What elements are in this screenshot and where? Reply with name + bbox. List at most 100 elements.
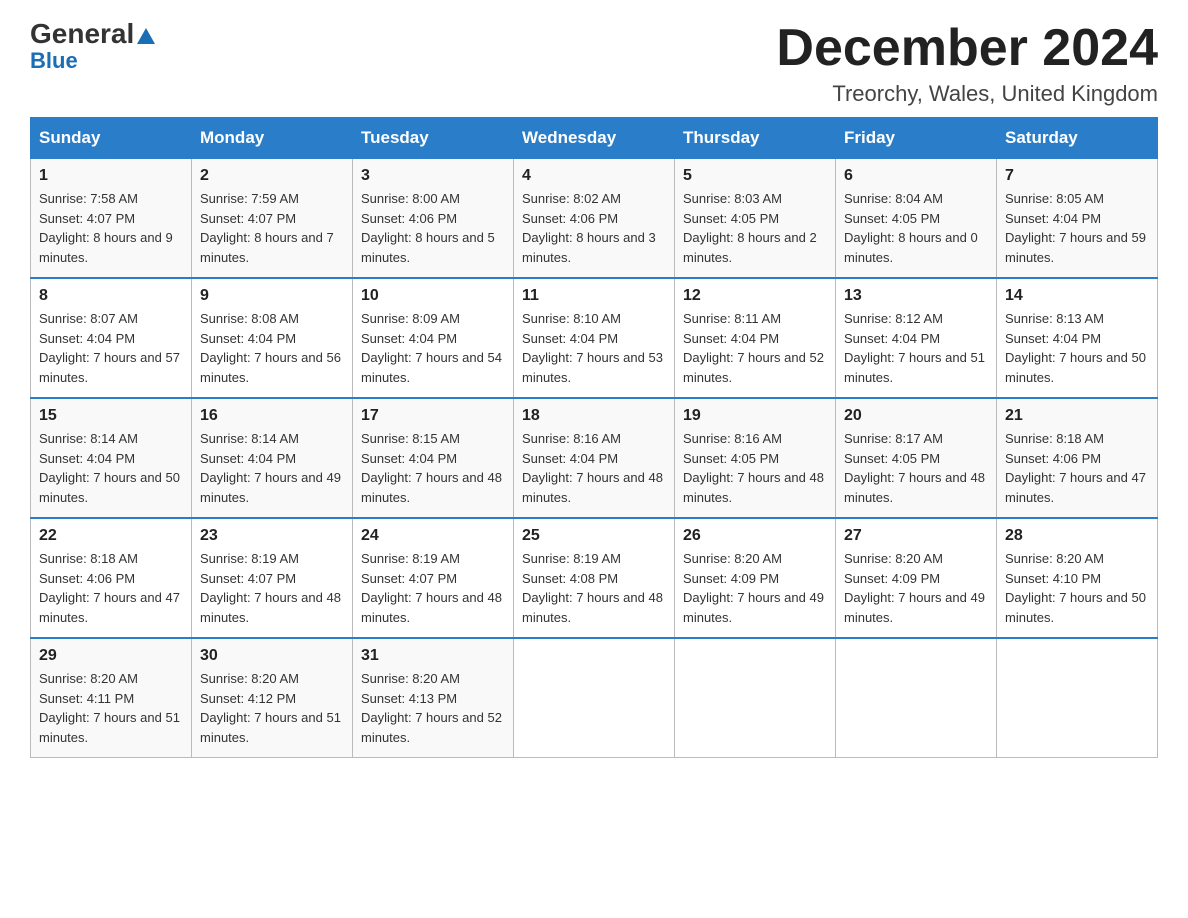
- day-info: Sunrise: 8:14 AM Sunset: 4:04 PM Dayligh…: [200, 429, 344, 507]
- calendar-cell: 18 Sunrise: 8:16 AM Sunset: 4:04 PM Dayl…: [514, 398, 675, 518]
- logo-general: General: [30, 20, 155, 48]
- day-number: 6: [844, 167, 988, 185]
- day-number: 1: [39, 167, 183, 185]
- week-row-2: 8 Sunrise: 8:07 AM Sunset: 4:04 PM Dayli…: [31, 278, 1158, 398]
- day-number: 20: [844, 407, 988, 425]
- day-info: Sunrise: 8:17 AM Sunset: 4:05 PM Dayligh…: [844, 429, 988, 507]
- calendar-cell: 10 Sunrise: 8:09 AM Sunset: 4:04 PM Dayl…: [353, 278, 514, 398]
- calendar-cell: 11 Sunrise: 8:10 AM Sunset: 4:04 PM Dayl…: [514, 278, 675, 398]
- day-number: 27: [844, 527, 988, 545]
- page-header: General Blue December 2024 Treorchy, Wal…: [30, 20, 1158, 107]
- day-info: Sunrise: 7:59 AM Sunset: 4:07 PM Dayligh…: [200, 189, 344, 267]
- day-number: 17: [361, 407, 505, 425]
- calendar-cell: 8 Sunrise: 8:07 AM Sunset: 4:04 PM Dayli…: [31, 278, 192, 398]
- day-info: Sunrise: 8:12 AM Sunset: 4:04 PM Dayligh…: [844, 309, 988, 387]
- day-info: Sunrise: 8:13 AM Sunset: 4:04 PM Dayligh…: [1005, 309, 1149, 387]
- calendar-cell: 31 Sunrise: 8:20 AM Sunset: 4:13 PM Dayl…: [353, 638, 514, 758]
- day-number: 11: [522, 287, 666, 305]
- day-info: Sunrise: 8:18 AM Sunset: 4:06 PM Dayligh…: [39, 549, 183, 627]
- day-info: Sunrise: 8:05 AM Sunset: 4:04 PM Dayligh…: [1005, 189, 1149, 267]
- day-info: Sunrise: 8:20 AM Sunset: 4:12 PM Dayligh…: [200, 669, 344, 747]
- calendar-cell: 13 Sunrise: 8:12 AM Sunset: 4:04 PM Dayl…: [836, 278, 997, 398]
- day-number: 26: [683, 527, 827, 545]
- calendar-cell: 29 Sunrise: 8:20 AM Sunset: 4:11 PM Dayl…: [31, 638, 192, 758]
- day-info: Sunrise: 8:10 AM Sunset: 4:04 PM Dayligh…: [522, 309, 666, 387]
- day-info: Sunrise: 8:11 AM Sunset: 4:04 PM Dayligh…: [683, 309, 827, 387]
- day-number: 9: [200, 287, 344, 305]
- calendar-cell: 6 Sunrise: 8:04 AM Sunset: 4:05 PM Dayli…: [836, 159, 997, 279]
- weekday-thursday: Thursday: [675, 118, 836, 159]
- day-info: Sunrise: 8:16 AM Sunset: 4:05 PM Dayligh…: [683, 429, 827, 507]
- week-row-5: 29 Sunrise: 8:20 AM Sunset: 4:11 PM Dayl…: [31, 638, 1158, 758]
- weekday-friday: Friday: [836, 118, 997, 159]
- day-number: 5: [683, 167, 827, 185]
- weekday-saturday: Saturday: [997, 118, 1158, 159]
- day-number: 22: [39, 527, 183, 545]
- day-info: Sunrise: 8:00 AM Sunset: 4:06 PM Dayligh…: [361, 189, 505, 267]
- calendar-cell: 4 Sunrise: 8:02 AM Sunset: 4:06 PM Dayli…: [514, 159, 675, 279]
- day-number: 25: [522, 527, 666, 545]
- day-number: 7: [1005, 167, 1149, 185]
- calendar-cell: 23 Sunrise: 8:19 AM Sunset: 4:07 PM Dayl…: [192, 518, 353, 638]
- weekday-header-row: SundayMondayTuesdayWednesdayThursdayFrid…: [31, 118, 1158, 159]
- calendar-cell: [675, 638, 836, 758]
- calendar-cell: 27 Sunrise: 8:20 AM Sunset: 4:09 PM Dayl…: [836, 518, 997, 638]
- calendar-cell: 9 Sunrise: 8:08 AM Sunset: 4:04 PM Dayli…: [192, 278, 353, 398]
- day-number: 2: [200, 167, 344, 185]
- calendar-cell: 20 Sunrise: 8:17 AM Sunset: 4:05 PM Dayl…: [836, 398, 997, 518]
- day-info: Sunrise: 8:04 AM Sunset: 4:05 PM Dayligh…: [844, 189, 988, 267]
- day-number: 10: [361, 287, 505, 305]
- day-number: 8: [39, 287, 183, 305]
- week-row-4: 22 Sunrise: 8:18 AM Sunset: 4:06 PM Dayl…: [31, 518, 1158, 638]
- calendar-table: SundayMondayTuesdayWednesdayThursdayFrid…: [30, 117, 1158, 758]
- day-info: Sunrise: 8:15 AM Sunset: 4:04 PM Dayligh…: [361, 429, 505, 507]
- day-number: 29: [39, 647, 183, 665]
- day-number: 30: [200, 647, 344, 665]
- calendar-cell: 24 Sunrise: 8:19 AM Sunset: 4:07 PM Dayl…: [353, 518, 514, 638]
- day-info: Sunrise: 8:02 AM Sunset: 4:06 PM Dayligh…: [522, 189, 666, 267]
- calendar-cell: 19 Sunrise: 8:16 AM Sunset: 4:05 PM Dayl…: [675, 398, 836, 518]
- day-info: Sunrise: 8:20 AM Sunset: 4:09 PM Dayligh…: [683, 549, 827, 627]
- week-row-1: 1 Sunrise: 7:58 AM Sunset: 4:07 PM Dayli…: [31, 159, 1158, 279]
- calendar-cell: 28 Sunrise: 8:20 AM Sunset: 4:10 PM Dayl…: [997, 518, 1158, 638]
- calendar-cell: 17 Sunrise: 8:15 AM Sunset: 4:04 PM Dayl…: [353, 398, 514, 518]
- location: Treorchy, Wales, United Kingdom: [776, 81, 1158, 107]
- day-number: 13: [844, 287, 988, 305]
- calendar-cell: 12 Sunrise: 8:11 AM Sunset: 4:04 PM Dayl…: [675, 278, 836, 398]
- calendar-cell: 26 Sunrise: 8:20 AM Sunset: 4:09 PM Dayl…: [675, 518, 836, 638]
- logo-blue: Blue: [30, 50, 78, 72]
- day-info: Sunrise: 8:20 AM Sunset: 4:11 PM Dayligh…: [39, 669, 183, 747]
- day-number: 18: [522, 407, 666, 425]
- calendar-cell: 15 Sunrise: 8:14 AM Sunset: 4:04 PM Dayl…: [31, 398, 192, 518]
- day-info: Sunrise: 8:20 AM Sunset: 4:10 PM Dayligh…: [1005, 549, 1149, 627]
- week-row-3: 15 Sunrise: 8:14 AM Sunset: 4:04 PM Dayl…: [31, 398, 1158, 518]
- calendar-cell: 1 Sunrise: 7:58 AM Sunset: 4:07 PM Dayli…: [31, 159, 192, 279]
- day-info: Sunrise: 8:18 AM Sunset: 4:06 PM Dayligh…: [1005, 429, 1149, 507]
- title-block: December 2024 Treorchy, Wales, United Ki…: [776, 20, 1158, 107]
- calendar-cell: 3 Sunrise: 8:00 AM Sunset: 4:06 PM Dayli…: [353, 159, 514, 279]
- calendar-cell: [836, 638, 997, 758]
- day-info: Sunrise: 8:08 AM Sunset: 4:04 PM Dayligh…: [200, 309, 344, 387]
- day-number: 24: [361, 527, 505, 545]
- calendar-cell: 16 Sunrise: 8:14 AM Sunset: 4:04 PM Dayl…: [192, 398, 353, 518]
- day-number: 4: [522, 167, 666, 185]
- day-info: Sunrise: 8:09 AM Sunset: 4:04 PM Dayligh…: [361, 309, 505, 387]
- day-info: Sunrise: 8:19 AM Sunset: 4:08 PM Dayligh…: [522, 549, 666, 627]
- day-info: Sunrise: 8:20 AM Sunset: 4:09 PM Dayligh…: [844, 549, 988, 627]
- calendar-cell: 7 Sunrise: 8:05 AM Sunset: 4:04 PM Dayli…: [997, 159, 1158, 279]
- calendar-cell: 30 Sunrise: 8:20 AM Sunset: 4:12 PM Dayl…: [192, 638, 353, 758]
- calendar-cell: 5 Sunrise: 8:03 AM Sunset: 4:05 PM Dayli…: [675, 159, 836, 279]
- day-info: Sunrise: 8:20 AM Sunset: 4:13 PM Dayligh…: [361, 669, 505, 747]
- calendar-cell: 14 Sunrise: 8:13 AM Sunset: 4:04 PM Dayl…: [997, 278, 1158, 398]
- day-number: 3: [361, 167, 505, 185]
- day-number: 12: [683, 287, 827, 305]
- day-number: 31: [361, 647, 505, 665]
- month-title: December 2024: [776, 20, 1158, 77]
- weekday-wednesday: Wednesday: [514, 118, 675, 159]
- weekday-sunday: Sunday: [31, 118, 192, 159]
- day-number: 15: [39, 407, 183, 425]
- calendar-cell: 2 Sunrise: 7:59 AM Sunset: 4:07 PM Dayli…: [192, 159, 353, 279]
- calendar-cell: [514, 638, 675, 758]
- calendar-cell: 22 Sunrise: 8:18 AM Sunset: 4:06 PM Dayl…: [31, 518, 192, 638]
- weekday-tuesday: Tuesday: [353, 118, 514, 159]
